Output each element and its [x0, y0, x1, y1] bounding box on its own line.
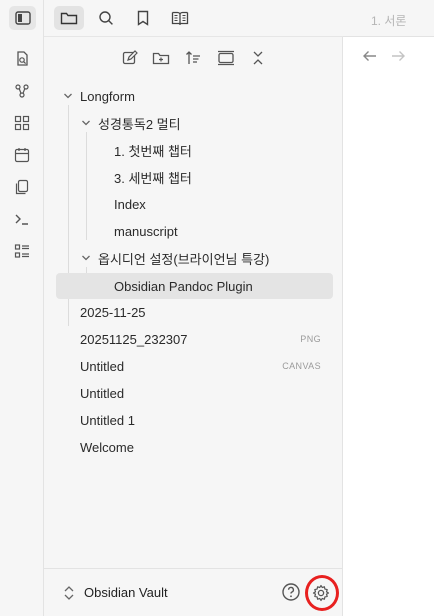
canvas-icon [14, 115, 30, 131]
file-item[interactable]: Index [44, 192, 343, 216]
editor-tab-bar: 1. 서론 [343, 0, 434, 37]
file-item[interactable]: Untitled CANVAS [44, 354, 343, 378]
bases-icon [14, 244, 29, 258]
file-label: Index [114, 196, 146, 212]
canvas-button[interactable] [11, 112, 33, 134]
daily-note-icon [14, 148, 30, 163]
file-label: Untitled [80, 358, 125, 374]
folder-longform[interactable]: Longform [44, 84, 343, 108]
back-arrow-icon[interactable] [362, 48, 378, 64]
ribbon [0, 0, 44, 616]
sidebar-toggle-icon [14, 11, 31, 25]
highlight-annotation [305, 575, 339, 611]
file-label: 3. 세번째 챕터 [114, 170, 192, 186]
tab-files[interactable] [54, 6, 84, 30]
new-folder-button[interactable] [150, 47, 172, 69]
tab-bookmarks[interactable] [128, 6, 158, 30]
file-item[interactable]: Untitled 1 [44, 408, 343, 432]
folder-icon [60, 12, 78, 25]
chevron-down-icon [80, 252, 92, 264]
folder-label: Longform [80, 88, 135, 104]
vault-name[interactable]: Obsidian Vault [84, 585, 168, 600]
editor-nav [343, 44, 434, 68]
graph-view-button[interactable] [11, 80, 33, 102]
search-icon [99, 11, 113, 25]
file-label: 20251125_232307 [80, 331, 188, 347]
file-label: Untitled [80, 385, 125, 401]
graph-view-icon [15, 84, 29, 98]
auto-reveal-icon [218, 50, 234, 66]
file-item[interactable]: Untitled [44, 381, 343, 405]
file-explorer: Longform 성경통독2 멀티 1. 첫번째 챕터 3. 세번째 챕터 In… [44, 37, 343, 568]
sort-icon [186, 51, 200, 64]
editor-tab[interactable]: 1. 서론 [371, 12, 406, 29]
new-note-button[interactable] [119, 47, 141, 69]
command-palette-button[interactable] [11, 208, 33, 230]
sort-button[interactable] [182, 47, 204, 69]
file-label: Obsidian Pandoc Plugin [114, 278, 253, 294]
sidebar-tab-bar [44, 0, 343, 37]
file-label: 1. 첫번째 챕터 [114, 143, 192, 159]
folder-bible-reading[interactable]: 성경통독2 멀티 [44, 111, 343, 135]
folder-label: 옵시디언 설정(브라이언님 특강) [98, 251, 270, 267]
folder-obsidian-settings[interactable]: 옵시디언 설정(브라이언님 특강) [44, 246, 343, 270]
file-item[interactable]: 3. 세번째 챕터 [44, 165, 343, 189]
sidebar-toggle-button[interactable] [9, 6, 36, 30]
file-label: Untitled 1 [80, 412, 135, 428]
quick-switcher-button[interactable] [11, 48, 33, 70]
forward-arrow-icon[interactable] [390, 48, 406, 64]
daily-note-button[interactable] [11, 144, 33, 166]
chevron-down-icon [80, 117, 92, 129]
file-type-badge: CANVAS [282, 361, 321, 371]
help-icon[interactable] [281, 582, 301, 602]
new-folder-icon [152, 52, 170, 65]
new-note-icon [122, 50, 138, 65]
file-item-selected[interactable]: Obsidian Pandoc Plugin [44, 273, 343, 299]
folder-label: 성경통독2 멀티 [98, 116, 181, 132]
file-item[interactable]: 20251125_232307 PNG [44, 327, 343, 351]
tab-search[interactable] [91, 6, 121, 30]
command-palette-icon [15, 214, 28, 225]
bookmark-icon [137, 10, 149, 26]
quick-switcher-icon [17, 51, 28, 66]
vault-switcher-icon[interactable] [62, 585, 76, 601]
collapse-all-button[interactable] [247, 47, 269, 69]
vault-profile-bar: Obsidian Vault [44, 568, 343, 616]
file-item[interactable]: manuscript [44, 219, 343, 243]
file-label: 2025-11-25 [80, 304, 146, 320]
templates-button[interactable] [11, 176, 33, 198]
file-item[interactable]: Welcome [44, 435, 343, 459]
file-label: manuscript [114, 223, 178, 239]
longform-book-icon [171, 11, 189, 25]
bases-button[interactable] [11, 240, 33, 262]
tab-longform[interactable] [165, 6, 195, 30]
file-type-badge: PNG [300, 334, 321, 344]
collapse-all-icon [253, 51, 263, 65]
file-explorer-actions [44, 47, 343, 71]
templates-icon [15, 179, 29, 195]
file-item[interactable]: 1. 첫번째 챕터 [44, 138, 343, 162]
file-label: Welcome [80, 439, 134, 455]
chevron-down-icon [62, 90, 74, 102]
file-item[interactable]: 2025-11-25 [44, 300, 343, 324]
auto-reveal-button[interactable] [215, 47, 237, 69]
